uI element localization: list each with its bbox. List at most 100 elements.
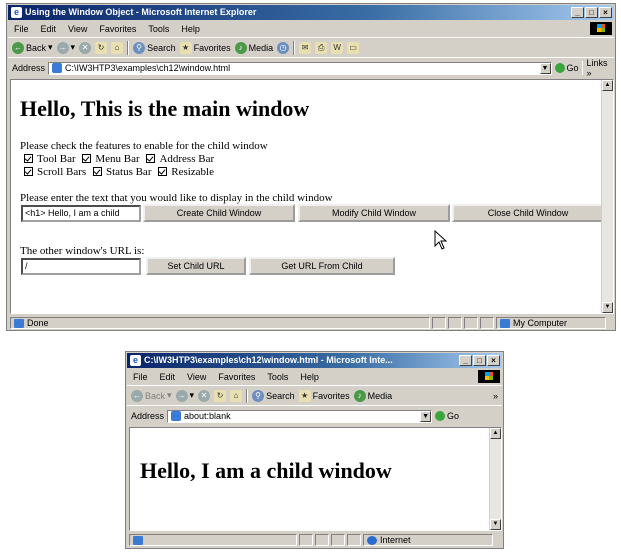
page-icon — [133, 535, 143, 545]
toolbar-overflow-icon[interactable]: » — [493, 391, 498, 401]
media-button[interactable]: ♪ Media — [353, 389, 392, 402]
address-input[interactable]: C:\IW3HTP3\examples\ch12\window.html ▼ — [48, 61, 552, 75]
menu-file[interactable]: File — [127, 372, 154, 382]
menu-favorites[interactable]: Favorites — [212, 372, 261, 382]
toolbar-separator — [581, 61, 584, 75]
edit-icon[interactable]: W — [331, 41, 344, 54]
statusbar-checkbox[interactable]: Status Bar — [92, 166, 151, 178]
page-icon — [171, 411, 182, 421]
back-button[interactable]: ← Back ▾ — [131, 389, 172, 402]
checkbox-checked[interactable] — [82, 154, 92, 163]
back-arrow-icon: ← — [12, 41, 24, 54]
vertical-scrollbar[interactable]: ▲ ▼ — [489, 428, 501, 530]
url-input[interactable]: / — [21, 258, 141, 275]
scroll-down-icon[interactable]: ▼ — [490, 519, 501, 530]
menu-edit[interactable]: Edit — [35, 24, 63, 34]
menu-favorites[interactable]: Favorites — [93, 24, 142, 34]
mail-icon[interactable]: ✉ — [299, 41, 312, 54]
media-button[interactable]: ♪ Media — [234, 41, 273, 54]
favorites-icon: ★ — [179, 41, 192, 54]
refresh-icon[interactable]: ↻ — [95, 41, 108, 54]
menu-help[interactable]: Help — [294, 372, 325, 382]
close-button[interactable]: × — [487, 355, 500, 366]
home-icon[interactable]: ⌂ — [111, 41, 124, 54]
checkbox-checked[interactable] — [24, 167, 33, 176]
close-child-window-button[interactable]: Close Child Window — [452, 204, 604, 222]
scroll-down-icon[interactable]: ▼ — [602, 302, 613, 313]
maximize-button[interactable]: □ — [473, 355, 486, 366]
minimize-button[interactable]: _ — [459, 355, 472, 366]
addressbar-checkbox[interactable]: Address Bar — [146, 153, 214, 165]
discuss-icon[interactable]: ▭ — [347, 41, 360, 54]
forward-button[interactable]: → ▾ — [175, 389, 194, 402]
go-button[interactable]: Go — [435, 411, 459, 421]
links-button[interactable]: Links » — [586, 58, 614, 78]
status-text: Done — [27, 318, 49, 328]
status-cell — [331, 534, 345, 546]
menu-view[interactable]: View — [62, 24, 93, 34]
go-button[interactable]: Go — [554, 63, 579, 73]
home-icon[interactable]: ⌂ — [230, 389, 243, 402]
maximize-button[interactable]: □ — [585, 7, 598, 18]
refresh-icon[interactable]: ↻ — [214, 389, 227, 402]
favorites-button[interactable]: ★ Favorites — [298, 389, 350, 402]
forward-arrow-icon: → — [175, 389, 188, 402]
print-icon[interactable]: ⎙ — [315, 41, 328, 54]
main-window-title: Using the Window Object - Microsoft Inte… — [25, 7, 257, 17]
go-arrow-icon — [435, 411, 446, 421]
ie-icon: e — [11, 7, 22, 18]
child-title-bar[interactable]: e C:\IW3HTP3\examples\ch12\window.html - … — [127, 353, 502, 368]
menu-tools[interactable]: Tools — [142, 24, 175, 34]
main-title-bar[interactable]: e Using the Window Object - Microsoft Int… — [8, 5, 614, 20]
search-button[interactable]: ⚲ Search — [133, 41, 176, 54]
address-dropdown-button[interactable]: ▼ — [539, 62, 551, 74]
set-child-url-button[interactable]: Set Child URL — [146, 257, 246, 275]
menu-help[interactable]: Help — [175, 24, 206, 34]
windows-logo-icon — [478, 370, 500, 383]
child-address-bar: Address about:blank ▼ Go — [127, 407, 502, 425]
resizable-checkbox[interactable]: Resizable — [158, 166, 214, 178]
media-icon: ♪ — [353, 389, 366, 402]
back-button[interactable]: ← Back ▾ — [12, 41, 53, 54]
search-button[interactable]: ⚲ Search — [252, 389, 295, 402]
back-arrow-icon: ← — [131, 389, 143, 402]
main-toolbar: ← Back ▾ → ▾ ✕ ↻ ⌂ ⚲ Search ★ Favorites ♪ Me… — [8, 38, 614, 58]
checkbox-checked[interactable] — [24, 154, 33, 163]
menubar-checkbox[interactable]: Menu Bar — [82, 153, 140, 165]
menu-tools[interactable]: Tools — [261, 372, 294, 382]
menu-file[interactable]: File — [8, 24, 35, 34]
address-dropdown-button[interactable]: ▼ — [420, 410, 432, 422]
checkbox-checked[interactable] — [92, 167, 102, 176]
scroll-up-icon[interactable]: ▲ — [490, 428, 501, 439]
main-address-bar: Address C:\IW3HTP3\examples\ch12\window.… — [8, 58, 614, 78]
status-text-cell — [129, 534, 297, 546]
address-label: Address — [131, 411, 165, 421]
address-value: C:\IW3HTP3\examples\ch12\window.html — [65, 63, 231, 73]
vertical-scrollbar[interactable]: ▲ ▼ — [601, 80, 613, 313]
address-input[interactable]: about:blank ▼ — [167, 409, 433, 423]
stop-icon[interactable]: ✕ — [198, 389, 211, 402]
stop-icon[interactable]: ✕ — [79, 41, 92, 54]
toolbar-checkbox[interactable]: Tool Bar — [24, 153, 76, 165]
minimize-button[interactable]: _ — [571, 7, 584, 18]
checkbox-row-1: Tool Bar Menu Bar Address Bar — [24, 153, 214, 165]
forward-button[interactable]: → ▾ — [56, 41, 75, 54]
menu-view[interactable]: View — [181, 372, 212, 382]
create-child-window-button[interactable]: Create Child Window — [143, 204, 295, 222]
modify-child-window-button[interactable]: Modify Child Window — [298, 204, 450, 222]
checkbox-checked[interactable] — [158, 167, 168, 176]
status-cell — [464, 317, 478, 329]
status-cell — [480, 317, 494, 329]
menu-edit[interactable]: Edit — [154, 372, 182, 382]
child-text-input[interactable]: <h1> Hello, I am a child — [21, 205, 141, 222]
checkbox-checked[interactable] — [146, 154, 156, 163]
close-button[interactable]: × — [599, 7, 612, 18]
scrollbars-checkbox[interactable]: Scroll Bars — [24, 166, 86, 178]
child-page-content: Hello, I am a child window ▲ ▼ — [129, 427, 502, 531]
scroll-up-icon[interactable]: ▲ — [602, 80, 613, 91]
get-url-from-child-button[interactable]: Get URL From Child — [249, 257, 395, 275]
forward-arrow-icon: → — [56, 41, 69, 54]
favorites-button[interactable]: ★ Favorites — [179, 41, 231, 54]
history-icon[interactable]: ◷ — [277, 41, 290, 54]
status-cell — [299, 534, 313, 546]
